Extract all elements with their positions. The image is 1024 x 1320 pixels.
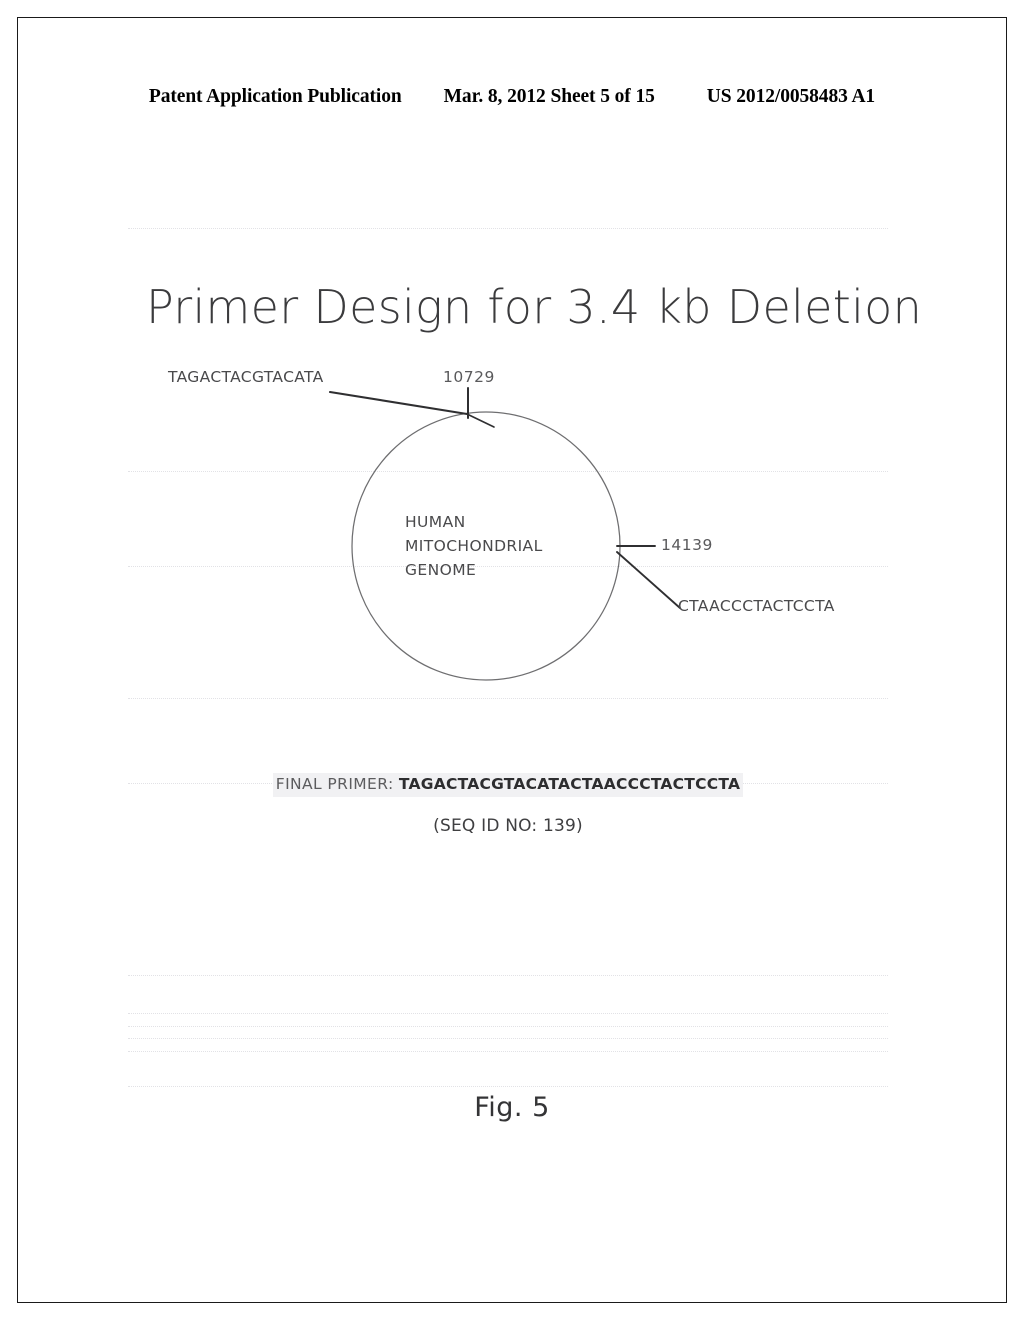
patent-page: Patent Application Publication Mar. 8, 2… xyxy=(0,0,1024,1320)
final-primer-sequence: TAGACTACGTACATACTAACCCTACTCCTA xyxy=(398,775,741,793)
genome-caption-line-1: HUMAN xyxy=(405,513,466,531)
guide-rule xyxy=(128,1013,888,1014)
left-primer-sequence-label: TAGACTACGTACATA xyxy=(168,368,324,386)
genome-caption-line-2: MITOCHONDRIAL xyxy=(405,537,543,555)
guide-rule xyxy=(128,1038,888,1039)
seq-id-label: (SEQ ID NO: 139) xyxy=(433,816,583,836)
figure-number-caption: Fig. 5 xyxy=(474,1092,550,1123)
publication-header: Patent Application Publication Mar. 8, 2… xyxy=(0,86,1024,112)
start-position-leader-to-circle xyxy=(466,413,495,428)
figure-area: Primer Design for 3.4 kb Deletion TAGACT… xyxy=(128,228,922,1108)
start-position-label: 10729 xyxy=(443,368,495,386)
genome-caption: HUMAN MITOCHONDRIAL GENOME xyxy=(405,510,615,582)
final-primer-highlight: FINAL PRIMER: TAGACTACGTACATACTAACCCTACT… xyxy=(272,773,744,797)
right-primer-sequence-label: CTAACCCTACTCCTA xyxy=(678,597,835,615)
publication-type-label: Patent Application Publication xyxy=(148,86,402,107)
guide-rule xyxy=(128,1051,888,1052)
end-position-label: 14139 xyxy=(661,536,713,554)
guide-rule xyxy=(128,1086,888,1087)
publication-number: US 2012/0058483 A1 xyxy=(706,86,876,107)
publication-date-sheet: Mar. 8, 2012 Sheet 5 of 15 xyxy=(443,86,655,107)
left-primer-leader-line xyxy=(328,390,469,416)
right-primer-leader-line xyxy=(616,551,681,609)
guide-rule xyxy=(128,1026,888,1027)
final-primer-row: FINAL PRIMER: TAGACTACGTACATACTAACCCTACT… xyxy=(128,773,888,797)
genome-diagram xyxy=(328,387,681,681)
final-primer-label: FINAL PRIMER: xyxy=(275,775,399,793)
guide-rule xyxy=(128,975,888,976)
genome-caption-line-3: GENOME xyxy=(405,561,477,579)
